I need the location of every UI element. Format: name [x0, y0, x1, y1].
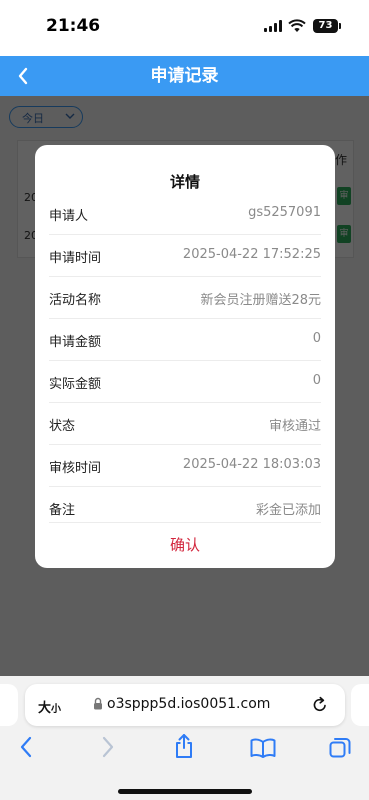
battery-indicator: 73 [313, 19, 341, 33]
wifi-icon [288, 19, 306, 32]
status-value: 审核通过 [268, 419, 321, 434]
detail-row-review-time: 审核时间 2025-04-22 18:03:03 [49, 445, 321, 487]
text-size-small-label: 小 [51, 704, 62, 715]
next-tab-preview[interactable] [351, 684, 369, 726]
detail-value: 新会员注册赠送28元 [200, 293, 321, 308]
browser-forward-icon[interactable] [100, 736, 116, 758]
status-bar: 21:46 73 [0, 0, 369, 56]
tabs-icon[interactable] [329, 737, 351, 759]
detail-row-actual-amount: 实际金额 0 [49, 361, 321, 403]
url-text: o3sppp5d.ios0051.com [107, 696, 271, 712]
detail-row-activity-name: 活动名称 新会员注册赠送28元 [49, 277, 321, 319]
confirm-button[interactable]: 确认 [35, 523, 335, 568]
bookmarks-icon[interactable] [250, 738, 276, 758]
detail-rows: 申请人 gs5257091 申请时间 2025-04-22 17:52:25 活… [49, 193, 321, 528]
status-time: 21:46 [46, 16, 101, 36]
detail-label: 审核时间 [49, 461, 102, 476]
detail-value: 彩金已添加 [255, 503, 321, 518]
detail-label: 申请金额 [49, 335, 102, 350]
text-size-label: 大 [38, 701, 52, 716]
share-icon[interactable] [174, 733, 194, 759]
page-title: 申请记录 [150, 66, 219, 86]
detail-label: 申请人 [49, 209, 89, 224]
detail-value: 0 [312, 331, 321, 346]
nav-bar: 申请记录 [0, 56, 369, 96]
home-indicator [118, 789, 252, 794]
detail-label: 备注 [49, 503, 76, 518]
text-size-button[interactable]: 大小 [38, 697, 61, 716]
detail-label: 活动名称 [49, 293, 102, 308]
detail-value: gs5257091 [248, 205, 321, 220]
previous-tab-preview[interactable] [0, 684, 18, 726]
detail-value: 0 [312, 373, 321, 388]
browser-bar: 大小 o3sppp5d.ios0051.com [0, 676, 369, 800]
signal-icon [264, 20, 282, 32]
detail-row-applicant: 申请人 gs5257091 [49, 193, 321, 235]
detail-row-apply-amount: 申请金额 0 [49, 319, 321, 361]
detail-value: 2025-04-22 18:03:03 [182, 457, 321, 472]
reload-icon[interactable] [312, 696, 328, 713]
modal-title: 详情 [169, 173, 200, 191]
browser-back-icon[interactable] [18, 736, 34, 758]
address-bar[interactable]: 大小 o3sppp5d.ios0051.com [25, 684, 345, 726]
detail-row-apply-time: 申请时间 2025-04-22 17:52:25 [49, 235, 321, 277]
detail-label: 状态 [49, 419, 76, 434]
lock-icon [94, 697, 102, 710]
detail-label: 申请时间 [49, 251, 102, 266]
detail-row-status: 状态 审核通过 [49, 403, 321, 445]
detail-modal: 详情 申请人 gs5257091 申请时间 2025-04-22 17:52:2… [35, 145, 335, 568]
screen: 21:46 73 申请记录 今日 作 [0, 0, 369, 800]
detail-value: 2025-04-22 17:52:25 [182, 247, 321, 262]
detail-label: 实际金额 [49, 377, 102, 392]
